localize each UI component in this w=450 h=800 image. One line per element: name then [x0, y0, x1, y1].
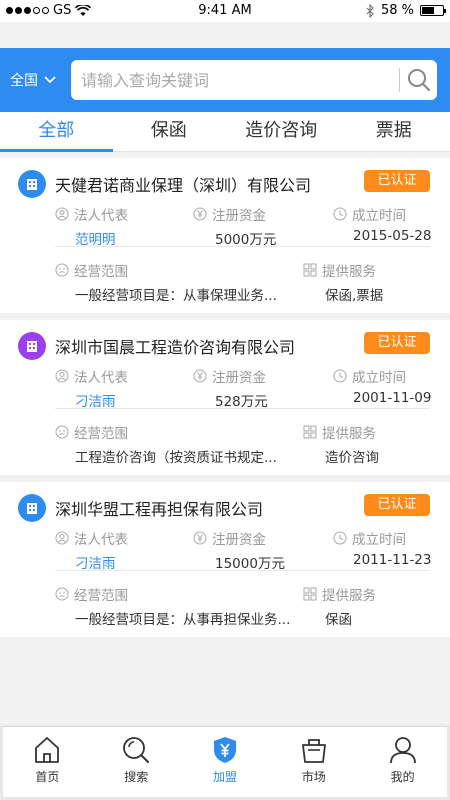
- legal-rep-label: 法人代表: [55, 366, 128, 386]
- founded-value: 2011-11-23: [353, 552, 432, 568]
- home-icon: [35, 737, 60, 763]
- verified-badge: 已认证: [364, 494, 430, 516]
- building-icon: [18, 494, 46, 522]
- person-icon: [55, 369, 69, 383]
- clock-icon: [333, 531, 347, 545]
- status-bar: GS 9:41 AM 58 %: [0, 0, 450, 22]
- search-box: [71, 60, 437, 100]
- founded-label: 成立时间: [333, 204, 406, 224]
- capital-value: 15000万元: [215, 556, 285, 572]
- yen-icon: [193, 369, 207, 383]
- card-divider: [55, 246, 430, 247]
- yen-icon: [193, 531, 207, 545]
- category-tabs: 全部 保函 造价咨询 票据: [0, 112, 450, 152]
- grid-icon: [303, 425, 317, 439]
- scope-label: 经营范围: [55, 584, 128, 604]
- card-divider: [55, 570, 430, 571]
- scope-value: 一般经营项目是：从事保理业务...: [75, 288, 277, 304]
- scope-icon: [55, 587, 69, 601]
- company-list: 天健君诺商业保理（深圳）有限公司 已认证 法人代表 注册资金 成立时间 范明明 …: [0, 158, 450, 644]
- company-card[interactable]: 天健君诺商业保理（深圳）有限公司 已认证 法人代表 注册资金 成立时间 范明明 …: [0, 158, 450, 313]
- founded-label: 成立时间: [333, 366, 406, 386]
- services-value: 保函,票据: [325, 288, 384, 304]
- region-selector[interactable]: 全国: [10, 70, 56, 90]
- services-label: 提供服务: [303, 422, 376, 442]
- capital-value: 528万元: [215, 394, 268, 410]
- shop-bag-icon: [301, 739, 326, 763]
- clock-icon: [333, 207, 347, 221]
- search-input[interactable]: [81, 60, 391, 100]
- legal-rep-label: 法人代表: [55, 528, 128, 548]
- building-icon: [18, 170, 46, 198]
- company-card[interactable]: 深圳市国晨工程造价咨询有限公司 已认证 法人代表 注册资金 成立时间 刁洁雨 5…: [0, 320, 450, 475]
- verified-badge: 已认证: [364, 332, 430, 354]
- nav-mine[interactable]: 我的: [358, 735, 447, 797]
- scope-icon: [55, 263, 69, 277]
- search-header: 全国: [0, 48, 450, 112]
- grid-icon: [303, 587, 317, 601]
- region-label: 全国: [10, 73, 38, 89]
- grid-icon: [303, 263, 317, 277]
- battery-percent: 58 %: [380, 3, 414, 18]
- person-icon: [55, 531, 69, 545]
- verified-badge: 已认证: [364, 170, 430, 192]
- company-card[interactable]: 深圳华盟工程再担保有限公司 已认证 法人代表 注册资金 成立时间 刁洁雨 150…: [0, 482, 450, 637]
- company-name: 深圳华盟工程再担保有限公司: [55, 500, 264, 519]
- tab-cost-consulting[interactable]: 造价咨询: [225, 112, 338, 151]
- company-name: 天健君诺商业保理（深圳）有限公司: [55, 176, 312, 195]
- founded-value: 2015-05-28: [353, 228, 432, 244]
- yen-icon: [193, 207, 207, 221]
- scope-icon: [55, 425, 69, 439]
- yen-shield-icon: [213, 737, 236, 763]
- scope-label: 经营范围: [55, 260, 128, 280]
- nav-join[interactable]: 加盟: [181, 735, 270, 797]
- nav-search[interactable]: 搜索: [92, 735, 181, 797]
- nav-home[interactable]: 首页: [3, 735, 92, 797]
- capital-label: 注册资金: [193, 366, 266, 386]
- legal-rep-value[interactable]: 刁洁雨: [75, 552, 116, 572]
- nav-market[interactable]: 市场: [269, 735, 358, 797]
- services-label: 提供服务: [303, 584, 376, 604]
- legal-rep-value[interactable]: 刁洁雨: [75, 390, 116, 410]
- founded-value: 2001-11-09: [353, 390, 432, 406]
- capital-label: 注册资金: [193, 204, 266, 224]
- person-icon: [55, 207, 69, 221]
- services-label: 提供服务: [303, 260, 376, 280]
- company-name: 深圳市国晨工程造价咨询有限公司: [55, 338, 296, 357]
- scope-label: 经营范围: [55, 422, 128, 442]
- tab-guarantee[interactable]: 保函: [113, 112, 226, 151]
- founded-label: 成立时间: [333, 528, 406, 548]
- tab-bills[interactable]: 票据: [338, 112, 450, 151]
- legal-rep-value[interactable]: 范明明: [75, 228, 116, 248]
- chevron-down-icon: [44, 76, 56, 84]
- services-value: 造价咨询: [325, 450, 379, 466]
- search-icon: [123, 737, 150, 763]
- capital-label: 注册资金: [193, 528, 266, 548]
- services-value: 保函: [325, 612, 352, 628]
- scope-value: 工程造价咨询（按资质证书规定...: [75, 450, 277, 466]
- legal-rep-label: 法人代表: [55, 204, 128, 224]
- user-icon: [389, 737, 416, 764]
- search-divider: [399, 68, 400, 92]
- search-icon[interactable]: [405, 66, 433, 94]
- building-icon: [18, 332, 46, 360]
- bottom-nav: 首页 搜索 加盟 市场 我的: [0, 726, 450, 800]
- bluetooth-icon: [366, 3, 374, 18]
- tab-all[interactable]: 全部: [0, 112, 113, 152]
- clock-icon: [333, 369, 347, 383]
- card-divider: [55, 408, 430, 409]
- status-right: 58 %: [366, 3, 446, 18]
- capital-value: 5000万元: [215, 232, 277, 248]
- scope-value: 一般经营项目是：从事再担保业务...: [75, 612, 291, 628]
- battery-icon: [420, 5, 446, 16]
